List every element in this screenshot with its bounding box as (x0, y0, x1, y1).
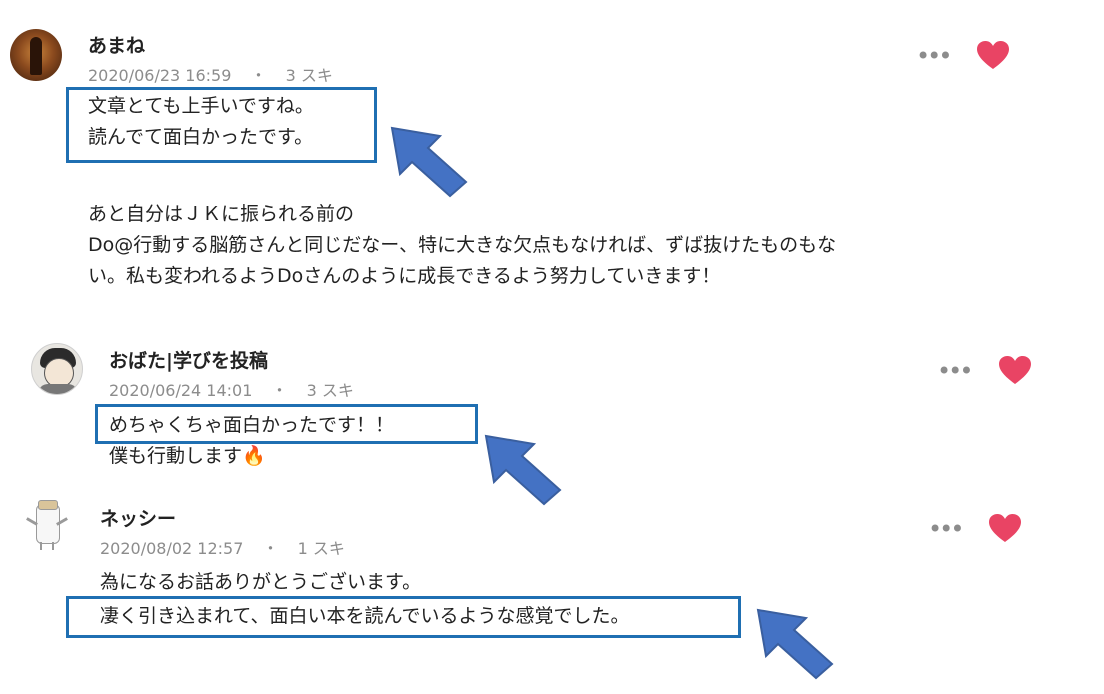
comment-date: 2020/06/24 14:01 (109, 381, 253, 400)
heart-icon[interactable] (976, 40, 1010, 70)
avatar[interactable] (22, 498, 74, 556)
arrow-annotation (484, 434, 562, 506)
more-dots-icon[interactable]: ••• (916, 44, 953, 68)
heart-icon[interactable] (988, 513, 1022, 543)
avatar-cap (38, 500, 58, 510)
avatar-figure (30, 37, 42, 75)
arrow-annotation (756, 608, 834, 680)
avatar[interactable] (10, 29, 62, 81)
more-dots-icon[interactable]: ••• (928, 517, 965, 541)
comment-line: 僕も行動します🔥 (109, 445, 266, 467)
comment-like-count[interactable]: 3 スキ (286, 62, 333, 86)
comment-like-count[interactable]: 3 スキ (307, 377, 354, 401)
arrow-annotation (390, 126, 468, 198)
more-dots-icon[interactable]: ••• (937, 359, 974, 383)
comment-author[interactable]: おばた|学びを投稿 (109, 346, 268, 373)
comment-line: Do@行動する脳筋さんと同じだなー、特に大きな欠点もなければ、ずば抜けたものもな (88, 234, 837, 256)
comment-author[interactable]: ネッシー (100, 504, 176, 531)
avatar[interactable] (31, 343, 83, 395)
comment-author[interactable]: あまね (88, 31, 145, 58)
comment-meta: 2020/08/02 12:57 ・ 1 スキ (100, 535, 345, 559)
avatar-body (38, 384, 78, 394)
comment-meta: 2020/06/24 14:01 ・ 3 スキ (109, 377, 354, 401)
highlight-box (66, 596, 741, 638)
heart-icon[interactable] (998, 355, 1032, 385)
meta-separator: ・ (271, 381, 288, 400)
comment-line: 為になるお話ありがとうございます。 (100, 571, 422, 593)
highlight-box (95, 404, 478, 444)
meta-separator: ・ (250, 66, 267, 85)
comment-like-count[interactable]: 1 スキ (298, 535, 345, 559)
highlight-box (66, 87, 377, 163)
comment-line: い。私も変われるようDoさんのように成長できるよう努力していきます！ (88, 265, 721, 287)
comment-date: 2020/06/23 16:59 (88, 66, 232, 85)
comment-date: 2020/08/02 12:57 (100, 539, 244, 558)
avatar-legs (40, 542, 54, 550)
meta-separator: ・ (262, 539, 279, 558)
comment-meta: 2020/06/23 16:59 ・ 3 スキ (88, 62, 333, 86)
